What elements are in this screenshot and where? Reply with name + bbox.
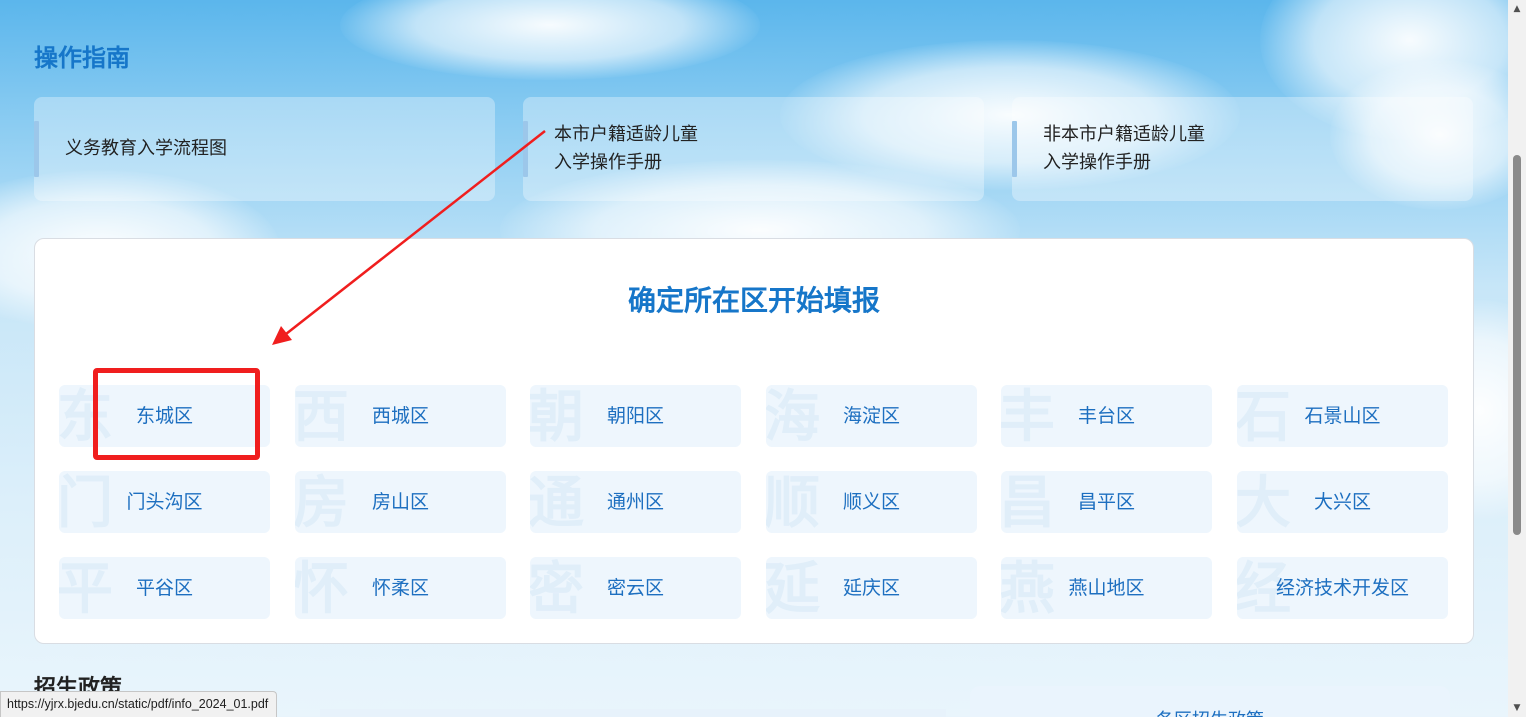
guide-section-title: 操作指南 bbox=[34, 43, 130, 72]
district-label: 通州区 bbox=[606, 491, 664, 513]
guide-card-label: 本市户籍适龄儿童 入学操作手册 bbox=[554, 124, 698, 173]
district-policy-card[interactable]: 各区招生政策 bbox=[970, 686, 1450, 717]
district-button[interactable]: 房房山区 bbox=[295, 471, 506, 533]
guide-card-enrollment-flowchart[interactable]: 义务教育入学流程图 bbox=[34, 97, 495, 201]
district-button[interactable]: 昌昌平区 bbox=[1001, 471, 1212, 533]
district-button[interactable]: 燕燕山地区 bbox=[1001, 557, 1212, 619]
district-button[interactable]: 怀怀柔区 bbox=[295, 557, 506, 619]
district-panel-title: 确定所在区开始填报 bbox=[627, 284, 880, 317]
district-button[interactable]: 石石景山区 bbox=[1237, 385, 1448, 447]
guide-card-label: 义务教育入学流程图 bbox=[65, 138, 227, 159]
district-label: 昌平区 bbox=[1077, 491, 1135, 513]
district-button[interactable]: 丰丰台区 bbox=[1001, 385, 1212, 447]
district-button[interactable]: 顺顺义区 bbox=[766, 471, 977, 533]
guide-card-local-manual[interactable]: 本市户籍适龄儿童 入学操作手册 bbox=[523, 97, 984, 201]
status-bar-url: https://yjrx.bjedu.cn/static/pdf/info_20… bbox=[0, 691, 278, 717]
district-button[interactable]: 门门头沟区 bbox=[59, 471, 270, 533]
scroll-up-arrow-icon[interactable]: ▲ bbox=[1512, 4, 1522, 14]
district-button[interactable]: 延延庆区 bbox=[766, 557, 977, 619]
guide-card-nonlocal-manual[interactable]: 非本市户籍适龄儿童 入学操作手册 bbox=[1012, 97, 1473, 201]
district-label: 房山区 bbox=[371, 491, 429, 513]
district-label: 东城区 bbox=[135, 405, 193, 427]
scroll-down-arrow-icon[interactable]: ▼ bbox=[1512, 703, 1522, 713]
vertical-scrollbar[interactable]: ▲ ▼ bbox=[1508, 0, 1526, 717]
district-label: 延庆区 bbox=[842, 577, 900, 599]
district-label: 石景山区 bbox=[1304, 405, 1381, 427]
district-label: 燕山地区 bbox=[1068, 577, 1145, 599]
district-label: 丰台区 bbox=[1077, 405, 1135, 427]
district-button[interactable]: 朝朝阳区 bbox=[530, 385, 741, 447]
guide-card-accent-bar bbox=[34, 121, 39, 177]
district-label: 海淀区 bbox=[842, 405, 900, 427]
page: 操作指南 义务教育入学流程图 本市户籍适龄儿童 入学操作手册 非本市户籍适龄儿童… bbox=[0, 0, 1508, 717]
district-label: 西城区 bbox=[371, 405, 429, 427]
district-button[interactable]: 密密云区 bbox=[530, 557, 741, 619]
district-label: 朝阳区 bbox=[606, 405, 664, 427]
guide-card-accent-bar bbox=[1012, 121, 1017, 177]
policy-list-strip bbox=[320, 709, 946, 717]
district-button[interactable]: 海海淀区 bbox=[766, 385, 977, 447]
district-label: 密云区 bbox=[606, 577, 664, 599]
district-label: 经济技术开发区 bbox=[1275, 577, 1409, 599]
guide-card-label: 非本市户籍适龄儿童 入学操作手册 bbox=[1043, 124, 1205, 173]
district-label: 门头沟区 bbox=[126, 491, 203, 513]
district-label: 怀柔区 bbox=[371, 577, 429, 599]
district-button[interactable]: 通通州区 bbox=[530, 471, 741, 533]
district-button[interactable]: 大大兴区 bbox=[1237, 471, 1448, 533]
district-button[interactable]: 西西城区 bbox=[295, 385, 506, 447]
scrollbar-thumb[interactable] bbox=[1513, 155, 1521, 535]
district-button[interactable]: 东东城区 bbox=[59, 385, 270, 447]
district-selection-panel: 确定所在区开始填报 东东城区西西城区朝朝阳区海海淀区丰丰台区石石景山区门门头沟区… bbox=[34, 238, 1474, 644]
district-label: 大兴区 bbox=[1313, 491, 1371, 513]
guide-card-accent-bar bbox=[523, 121, 528, 177]
district-button[interactable]: 经经济技术开发区 bbox=[1237, 557, 1448, 619]
district-button[interactable]: 平平谷区 bbox=[59, 557, 270, 619]
district-label: 顺义区 bbox=[842, 491, 900, 513]
district-label: 平谷区 bbox=[135, 577, 193, 599]
